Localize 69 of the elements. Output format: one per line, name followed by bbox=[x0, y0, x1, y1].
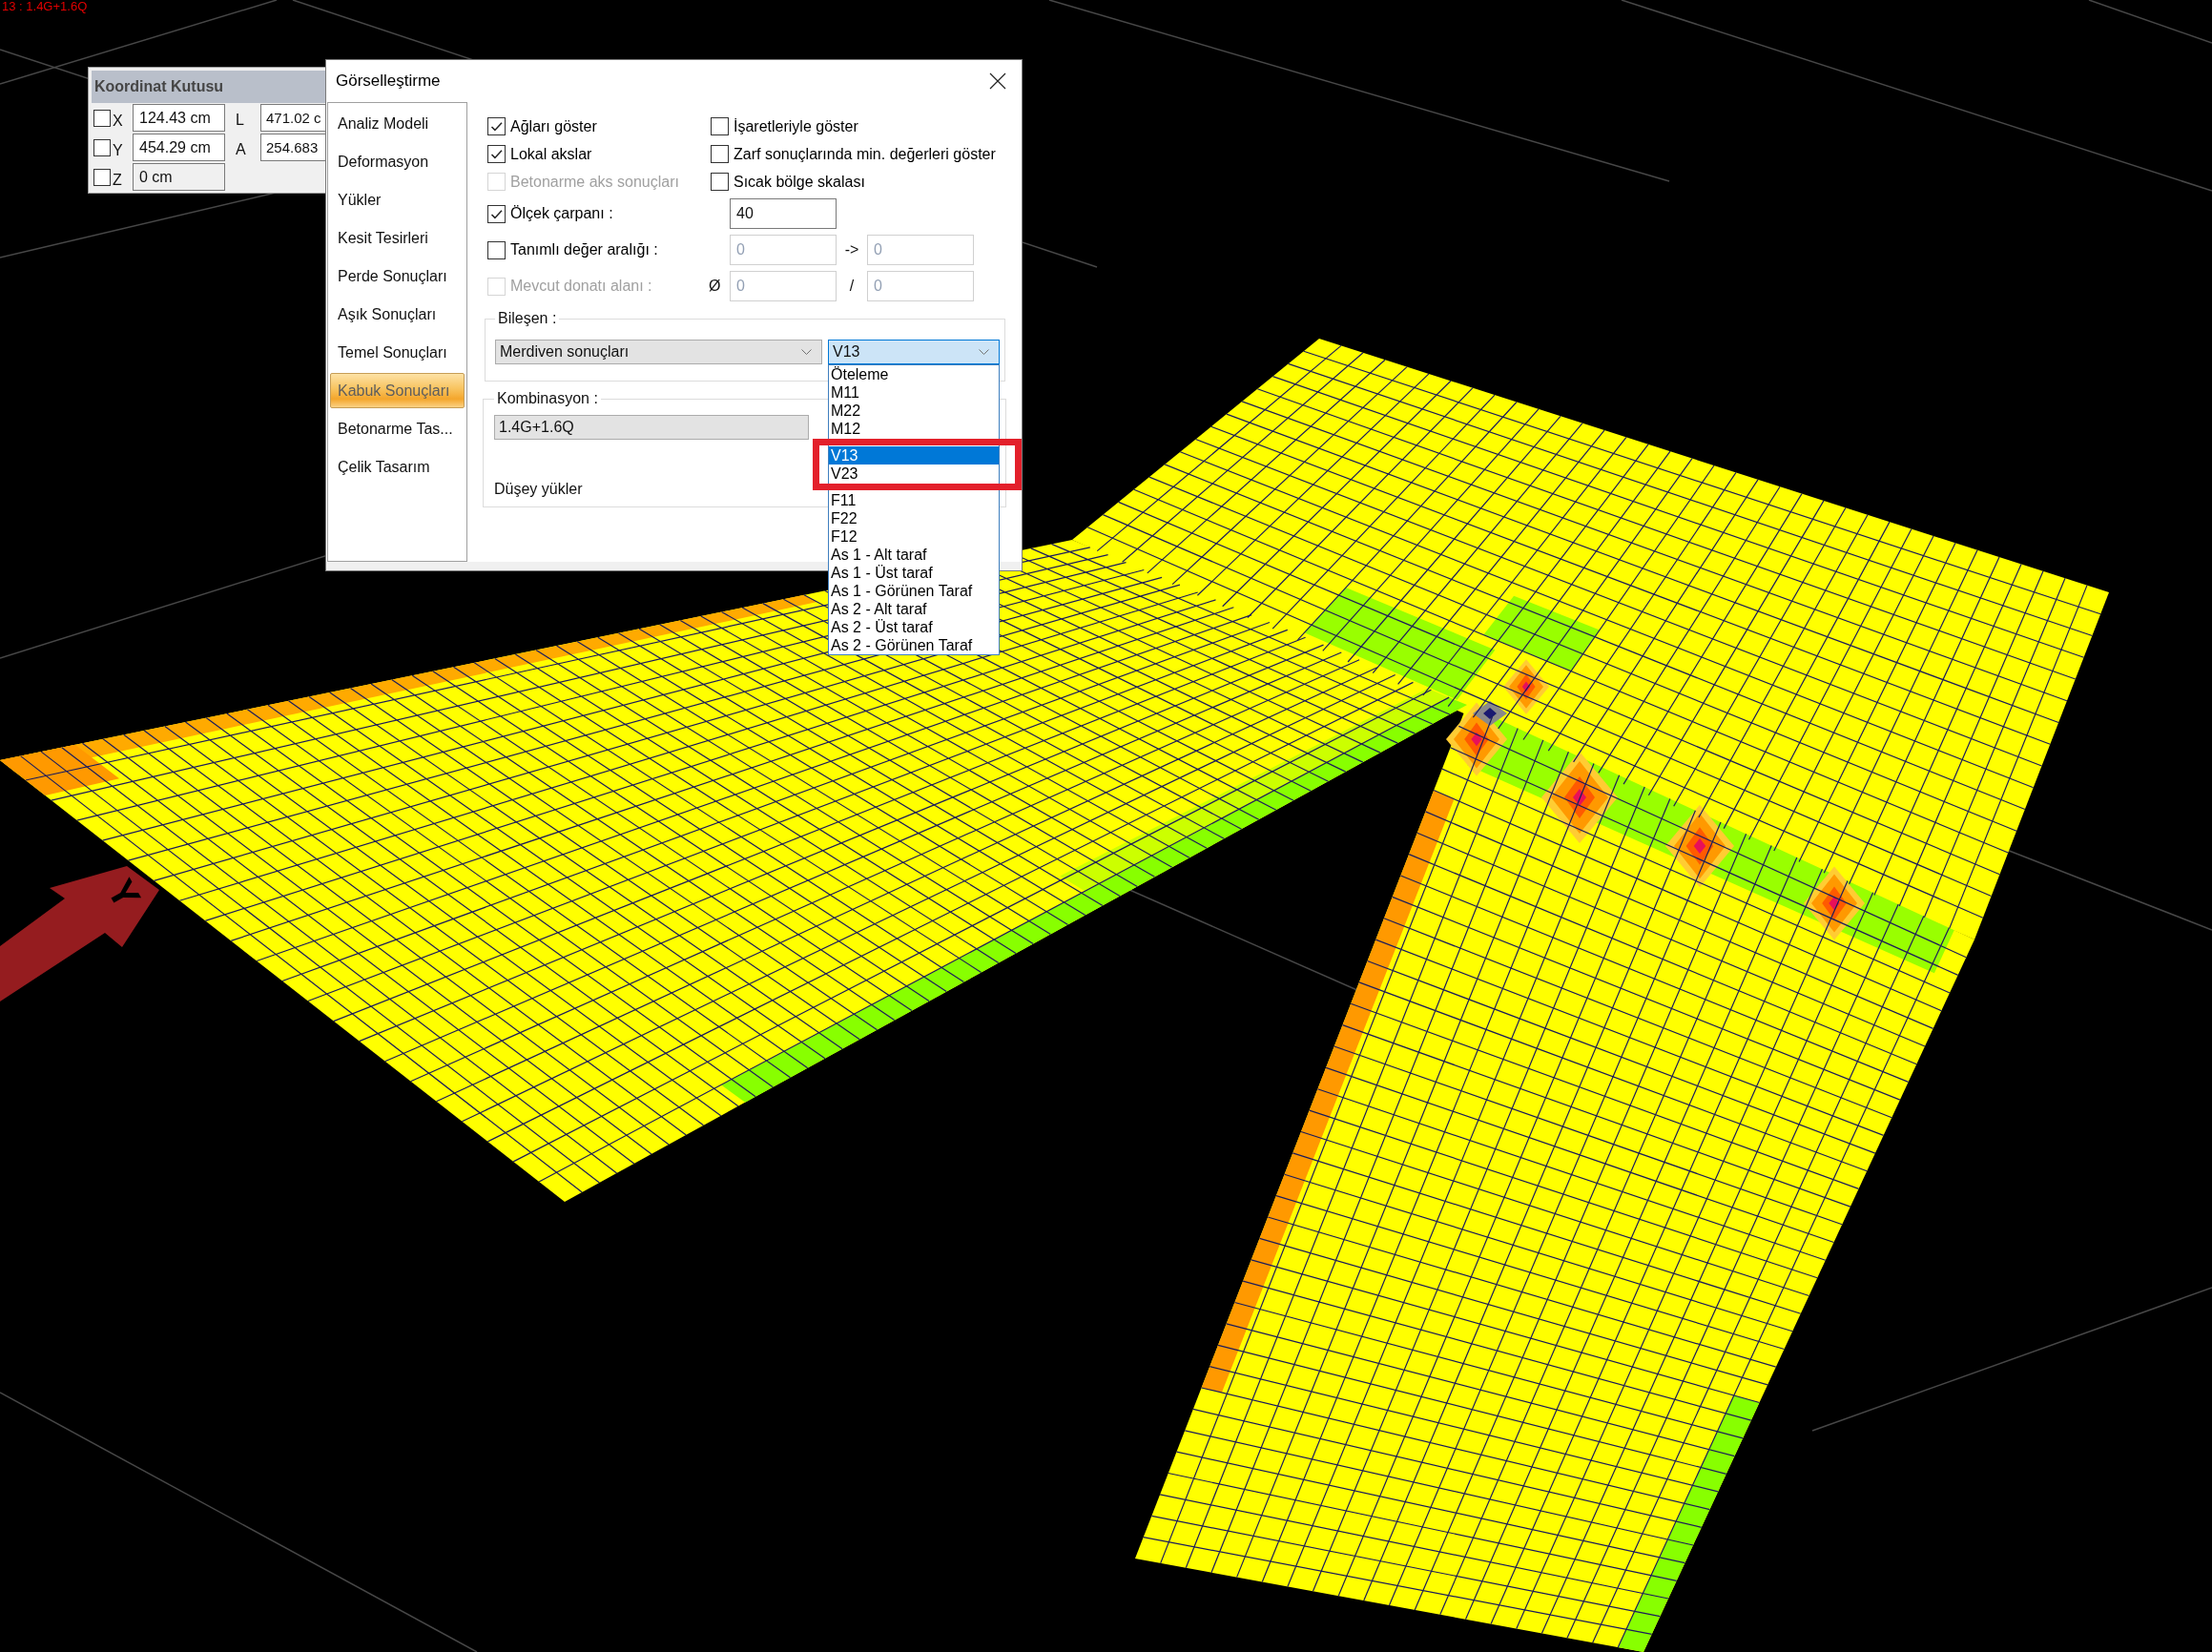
dropdown[interactable]: Merdiven sonuçları bbox=[495, 340, 822, 364]
text-field[interactable]: 454.29 cm bbox=[133, 134, 225, 161]
text-field[interactable]: 254.683 bbox=[260, 134, 325, 161]
field-label: L bbox=[235, 110, 245, 129]
axis-letter: Z bbox=[112, 170, 123, 189]
checkbox-label: Ağları göster bbox=[510, 117, 597, 135]
text-field[interactable]: 124.43 cm bbox=[133, 104, 225, 132]
sidebar-item[interactable]: Temel Sonuçları bbox=[330, 335, 465, 370]
dialog-title: Görselleştirme bbox=[336, 72, 441, 91]
field-label: A bbox=[235, 139, 247, 158]
sidebar-item[interactable]: Kesit Tesirleri bbox=[330, 220, 465, 256]
range-separator: / bbox=[849, 278, 855, 295]
axis-label: Y bbox=[99, 872, 149, 916]
load-type-label: Düşey yükler bbox=[494, 481, 584, 498]
checkbox-label: Ölçek çarpanı : bbox=[510, 205, 613, 222]
checkbox[interactable] bbox=[487, 204, 506, 223]
sidebar-item[interactable]: Perde Sonuçları bbox=[330, 258, 465, 294]
dropdown-option[interactable]: V13 bbox=[829, 446, 999, 465]
dropdown-option[interactable]: As 1 - Görünen Taraf bbox=[829, 582, 999, 600]
panel-title: Koordinat Kutusu bbox=[92, 71, 325, 103]
sidebar-item[interactable]: Betonarme Tas... bbox=[330, 411, 465, 446]
checkbox-label: Sıcak bölge skalası bbox=[734, 173, 865, 191]
chevron-down-icon bbox=[801, 349, 812, 355]
combination-label: 13 : 1.4G+1.6Q bbox=[2, 0, 88, 13]
checkbox[interactable] bbox=[93, 109, 111, 127]
dropdown-option[interactable]: Öteleme bbox=[829, 365, 999, 383]
sidebar-item[interactable]: Yükler bbox=[330, 182, 465, 217]
text-field[interactable]: 471.02 c bbox=[260, 104, 325, 132]
dropdown-option[interactable]: F12 bbox=[829, 527, 999, 546]
axis-letter: Y bbox=[112, 140, 124, 159]
checkbox[interactable] bbox=[711, 117, 729, 135]
dropdown-option[interactable]: F22 bbox=[829, 509, 999, 527]
dropdown[interactable]: V13 bbox=[828, 340, 1000, 364]
dropdown-option[interactable]: M11 bbox=[829, 383, 999, 402]
checkbox[interactable] bbox=[487, 240, 506, 259]
sidebar-item[interactable]: Çelik Tasarım bbox=[330, 449, 465, 485]
text-field[interactable]: 40 bbox=[730, 198, 837, 229]
sidebar-item[interactable]: Analiz Modeli bbox=[330, 106, 465, 141]
dropdown-option[interactable]: V23 bbox=[829, 465, 999, 483]
sidebar-item[interactable]: Kabuk Sonuçları bbox=[330, 373, 465, 408]
checkbox-label: İşaretleriyle göster bbox=[734, 117, 858, 135]
chevron-down-icon bbox=[979, 349, 989, 355]
sidebar-item[interactable]: Deformasyon bbox=[330, 144, 465, 179]
sidebar-item[interactable]: Aşık Sonuçları bbox=[330, 297, 465, 332]
checkbox-label: Zarf sonuçlarında min. değerleri göster bbox=[734, 145, 996, 163]
checkbox-label: Mevcut donatı alanı : bbox=[510, 278, 652, 295]
checkbox[interactable] bbox=[711, 173, 729, 191]
checkbox-label: Betonarme aks sonuçları bbox=[510, 173, 679, 191]
dropdown-option[interactable]: F11 bbox=[829, 491, 999, 509]
dropdown-option[interactable]: As 2 - Üst taraf bbox=[829, 618, 999, 636]
checkbox[interactable] bbox=[711, 145, 729, 163]
dropdown[interactable]: 1.4G+1.6Q bbox=[494, 415, 809, 440]
dropdown-option[interactable]: As 1 - Alt taraf bbox=[829, 546, 999, 564]
range-separator: -> bbox=[844, 241, 859, 258]
checkbox[interactable] bbox=[93, 138, 111, 156]
dropdown-option[interactable]: As 2 - Alt taraf bbox=[829, 600, 999, 618]
checkbox[interactable] bbox=[487, 117, 506, 135]
close-icon bbox=[989, 72, 1006, 90]
dropdown-option[interactable]: M22 bbox=[829, 402, 999, 420]
checkbox-label: Tanımlı değer aralığı : bbox=[510, 241, 658, 258]
checkbox[interactable] bbox=[487, 145, 506, 163]
dropdown-option[interactable]: M12 bbox=[829, 420, 999, 438]
axis-letter: X bbox=[112, 111, 124, 130]
diameter-symbol: Ø bbox=[709, 278, 722, 295]
group-title: Kombinasyon : bbox=[496, 390, 599, 407]
group-title: Bileşen : bbox=[497, 310, 558, 327]
dropdown-option[interactable]: As 2 - Görünen Taraf bbox=[829, 636, 999, 654]
dropdown-option[interactable]: As 1 - Üst taraf bbox=[829, 564, 999, 582]
checkbox-label: Lokal akslar bbox=[510, 145, 592, 163]
